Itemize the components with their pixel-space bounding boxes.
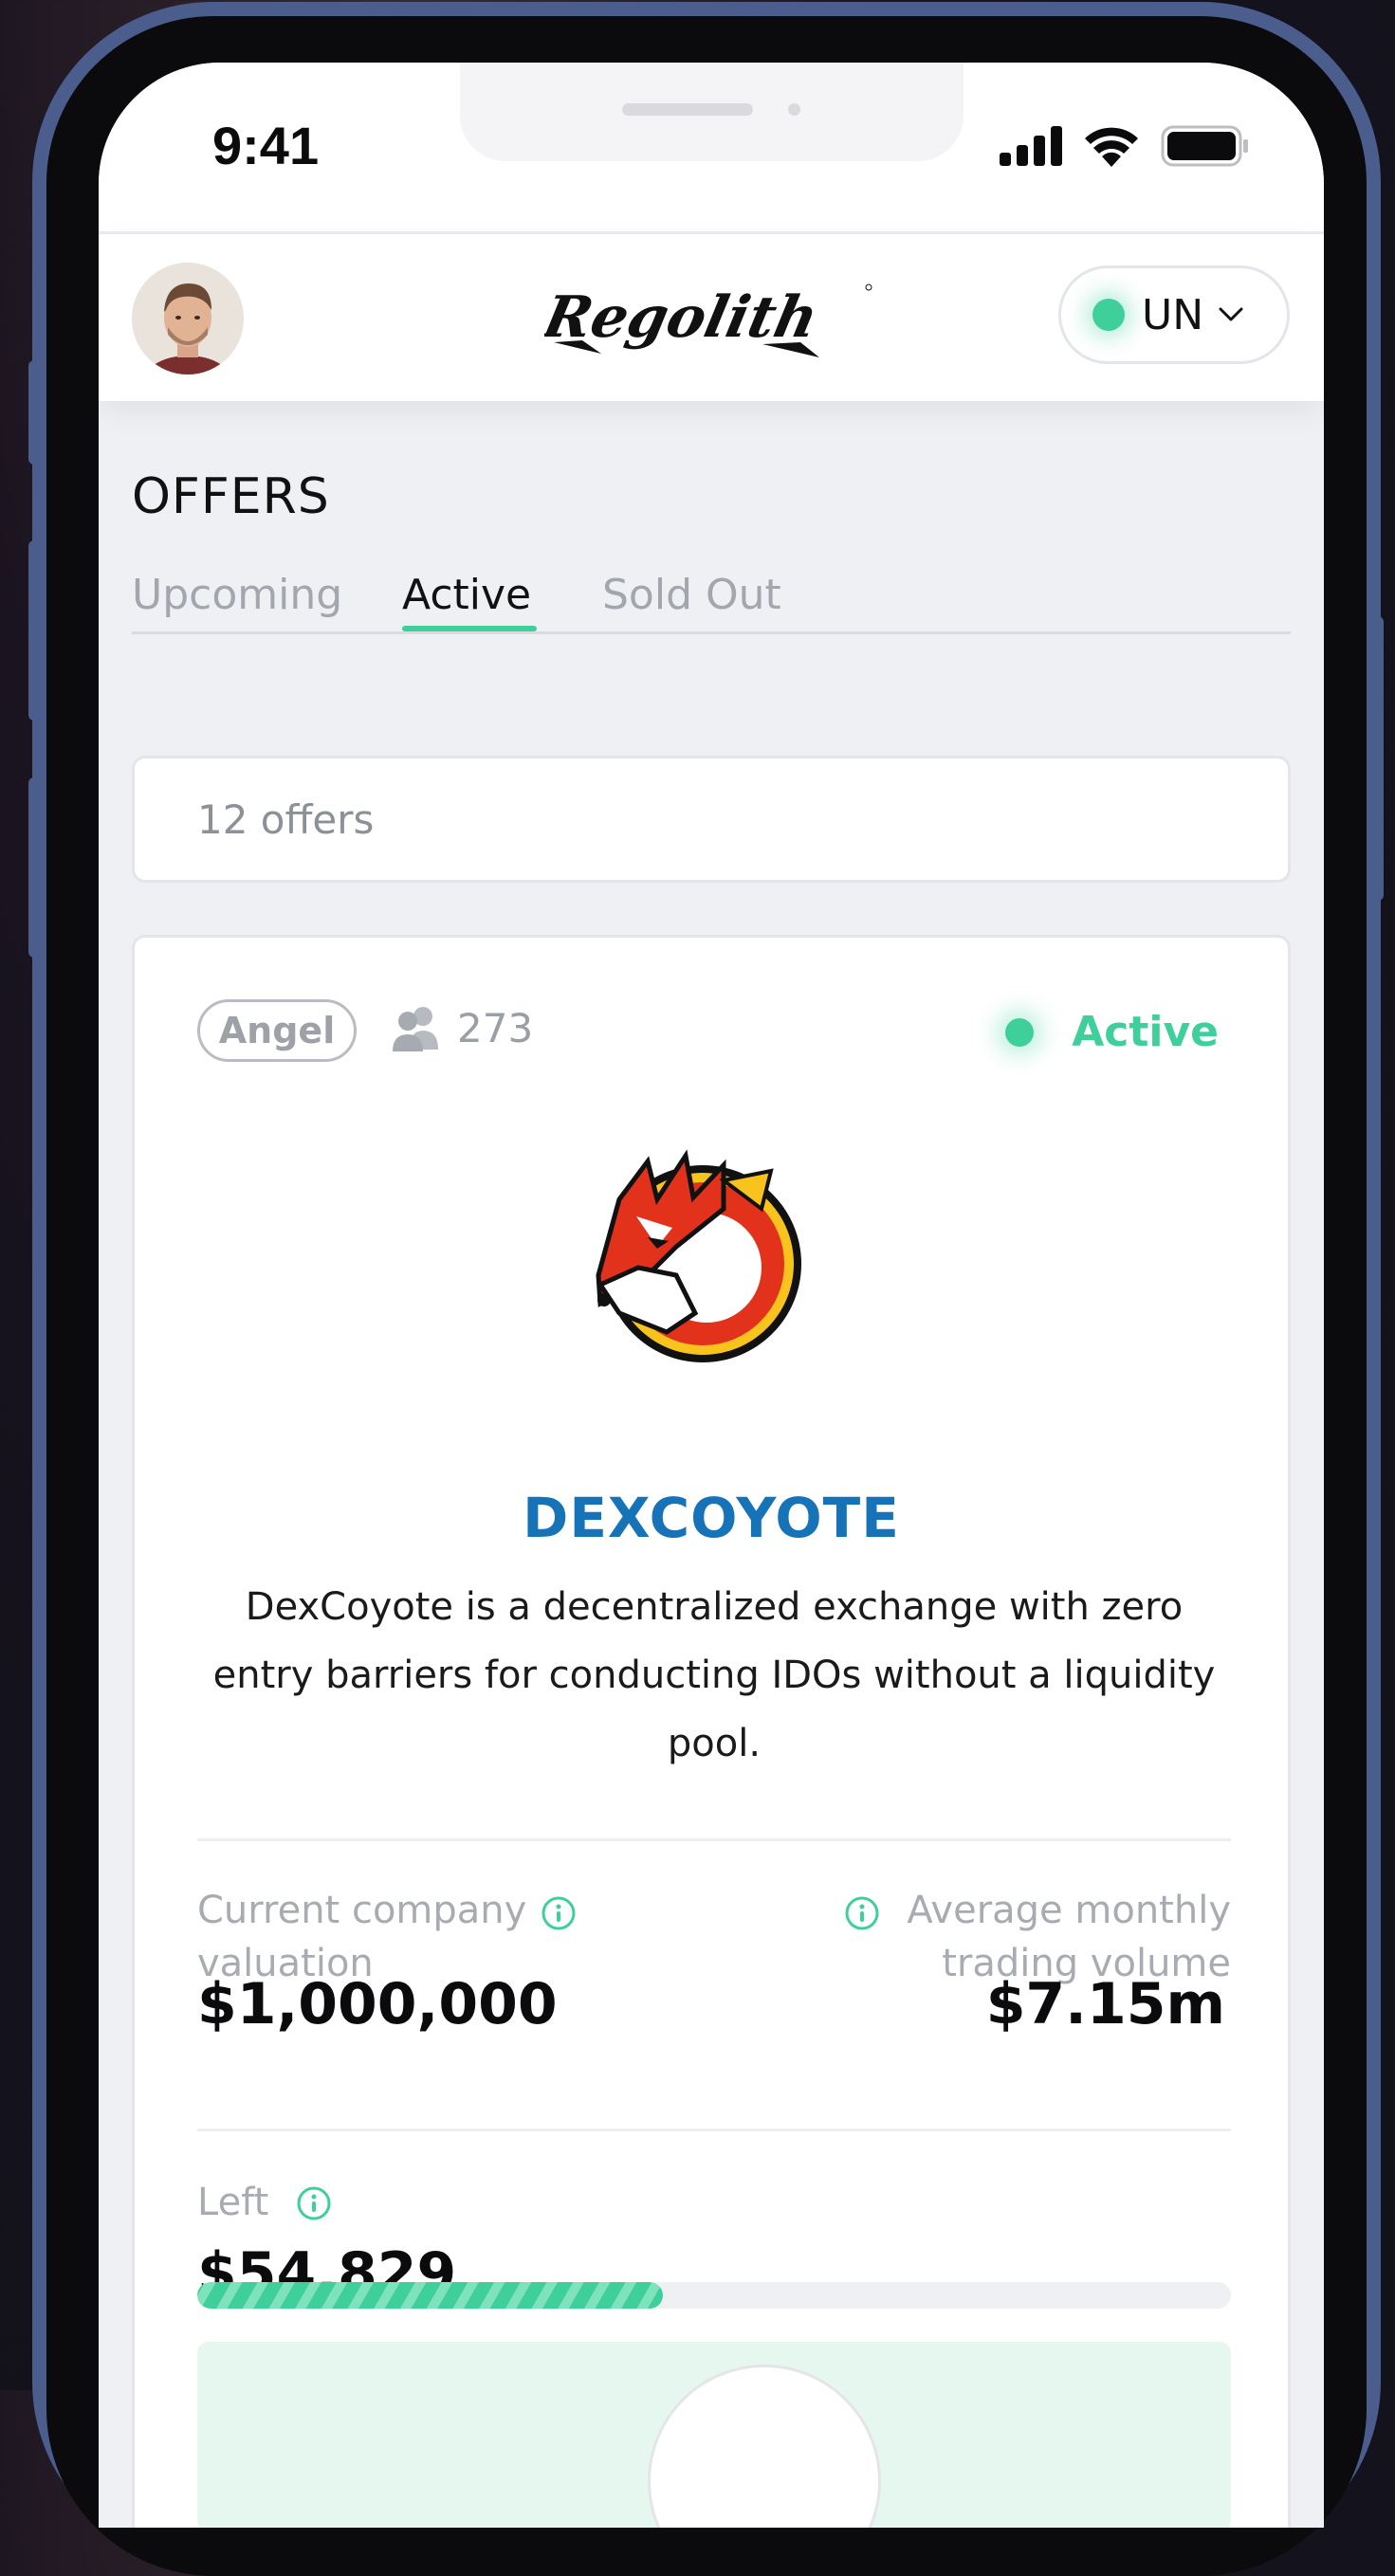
valuation-value: $1,000,000	[197, 1971, 558, 2037]
progress-bar	[197, 2282, 1231, 2309]
signal-icon	[1000, 126, 1062, 166]
info-icon[interactable]	[541, 1895, 577, 1931]
tab-active[interactable]: Active	[402, 571, 531, 619]
tab-bar: Upcoming Active Sold Out	[132, 571, 1291, 634]
battery-icon	[1161, 125, 1248, 167]
app-header: Regolith UN	[99, 231, 1324, 401]
progress-fill	[197, 2282, 663, 2309]
offer-status: Active	[1005, 1008, 1219, 1056]
offers-count-box: 12 offers	[132, 756, 1291, 883]
avatar[interactable]	[132, 263, 244, 375]
user-avatar-image	[132, 263, 244, 375]
active-tab-indicator	[402, 626, 537, 631]
power-button	[1370, 616, 1384, 901]
chevron-down-icon	[1219, 307, 1243, 321]
status-dot	[1005, 1017, 1035, 1047]
status-bar: 9:41	[99, 63, 1324, 231]
camera	[788, 103, 800, 116]
category-badge: Angel	[197, 999, 357, 1062]
volume-up-button	[28, 540, 42, 721]
investors-number: 273	[457, 1004, 534, 1051]
invest-section	[197, 2342, 1231, 2528]
company-description: DexCoyote is a decentralized exchange wi…	[212, 1585, 1216, 1765]
regolith-logo[interactable]: Regolith	[536, 274, 876, 361]
offers-count: 12 offers	[197, 796, 375, 843]
notch	[460, 63, 964, 161]
status-label: Active	[1072, 1008, 1219, 1056]
status-icons	[1000, 125, 1250, 167]
investors-count: 273	[391, 1004, 533, 1051]
divider	[197, 1838, 1231, 1841]
page-title: OFFERS	[132, 468, 330, 525]
speaker	[622, 103, 753, 116]
language-selector[interactable]: UN	[1058, 265, 1290, 364]
invest-circle[interactable]	[648, 2365, 881, 2528]
divider	[197, 2128, 1231, 2131]
company-name: DEXCOYOTE	[523, 1486, 900, 1550]
logo-text: Regolith	[544, 284, 824, 351]
connection-status-dot	[1092, 299, 1125, 331]
language-code: UN	[1142, 290, 1204, 339]
status-time: 9:41	[212, 116, 320, 175]
users-icon	[393, 1007, 438, 1051]
screen: 9:41 Regolith UN OFFERS Upcoming Active …	[99, 63, 1324, 2528]
tab-sold-out[interactable]: Sold Out	[602, 571, 781, 619]
info-icon[interactable]	[844, 1895, 880, 1931]
left-label: Left	[197, 2181, 269, 2224]
info-icon[interactable]	[296, 2185, 332, 2221]
dexcoyote-logo	[581, 1142, 815, 1376]
mute-switch	[28, 360, 42, 465]
volume-down-button	[28, 777, 42, 958]
tab-upcoming[interactable]: Upcoming	[132, 571, 342, 619]
wifi-icon	[1085, 127, 1138, 167]
volume-value: $7.15m	[985, 1971, 1225, 2037]
offer-card[interactable]: Angel 273 Active DEXCOYOTE DexCoyote is …	[132, 935, 1291, 2528]
